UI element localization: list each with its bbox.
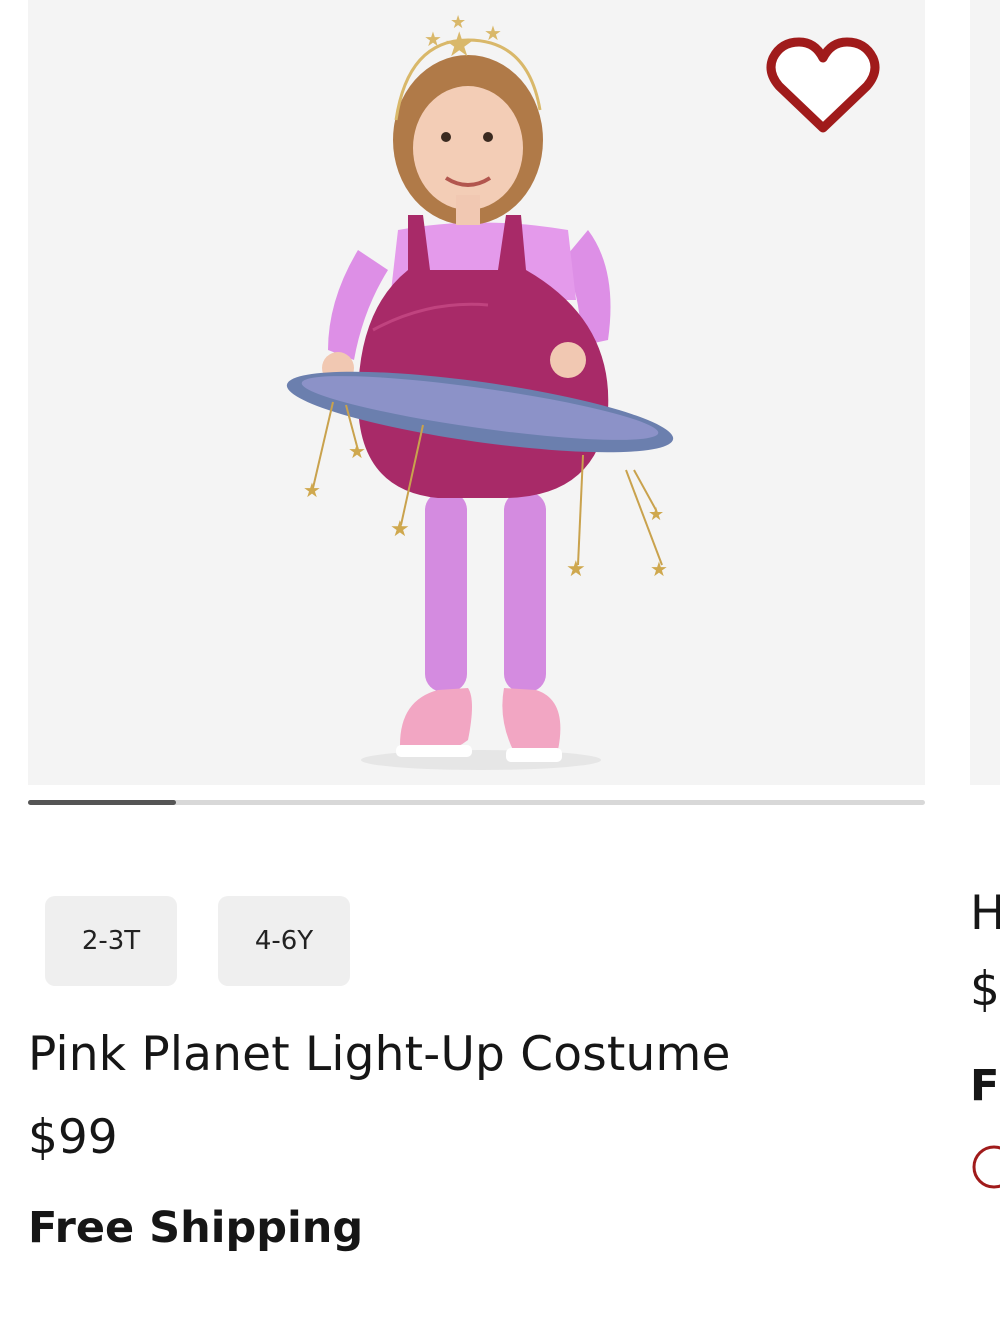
color-swatch-icon[interactable] xyxy=(970,1143,1000,1191)
svg-text:★: ★ xyxy=(566,557,586,582)
size-options: 2-3T 4-6Y xyxy=(45,896,350,986)
next-product-title[interactable]: H xyxy=(970,886,1000,941)
product-image[interactable]: ★ ★ ★ ★ ★ ★ ★ ★ ★ ★ xyxy=(28,0,925,785)
product-price: $99 xyxy=(28,1110,118,1165)
svg-text:★: ★ xyxy=(648,504,664,525)
product-card[interactable]: ★ ★ ★ ★ ★ ★ ★ ★ ★ ★ 2-3T 4-6Y Pink Plane… xyxy=(28,0,925,1333)
shipping-label: Free Shipping xyxy=(28,1203,364,1253)
next-product-image[interactable] xyxy=(970,0,1000,785)
next-product-card[interactable]: H $ F xyxy=(970,0,1000,1333)
next-product-shipping: F xyxy=(970,1061,1000,1111)
svg-text:★: ★ xyxy=(390,517,410,542)
svg-text:★: ★ xyxy=(303,478,321,502)
product-title[interactable]: Pink Planet Light-Up Costume xyxy=(28,1027,731,1082)
heart-icon[interactable] xyxy=(765,36,881,136)
svg-text:★: ★ xyxy=(450,12,466,33)
size-option-2-3t[interactable]: 2-3T xyxy=(45,896,177,986)
size-option-4-6y[interactable]: 4-6Y xyxy=(218,896,350,986)
svg-text:★: ★ xyxy=(424,27,442,51)
image-carousel-progress[interactable] xyxy=(28,800,925,805)
next-product-price: $ xyxy=(970,962,1000,1017)
svg-text:★: ★ xyxy=(348,439,366,463)
svg-text:★: ★ xyxy=(650,557,668,581)
svg-text:★: ★ xyxy=(484,21,502,45)
carousel-progress-thumb xyxy=(28,800,176,805)
